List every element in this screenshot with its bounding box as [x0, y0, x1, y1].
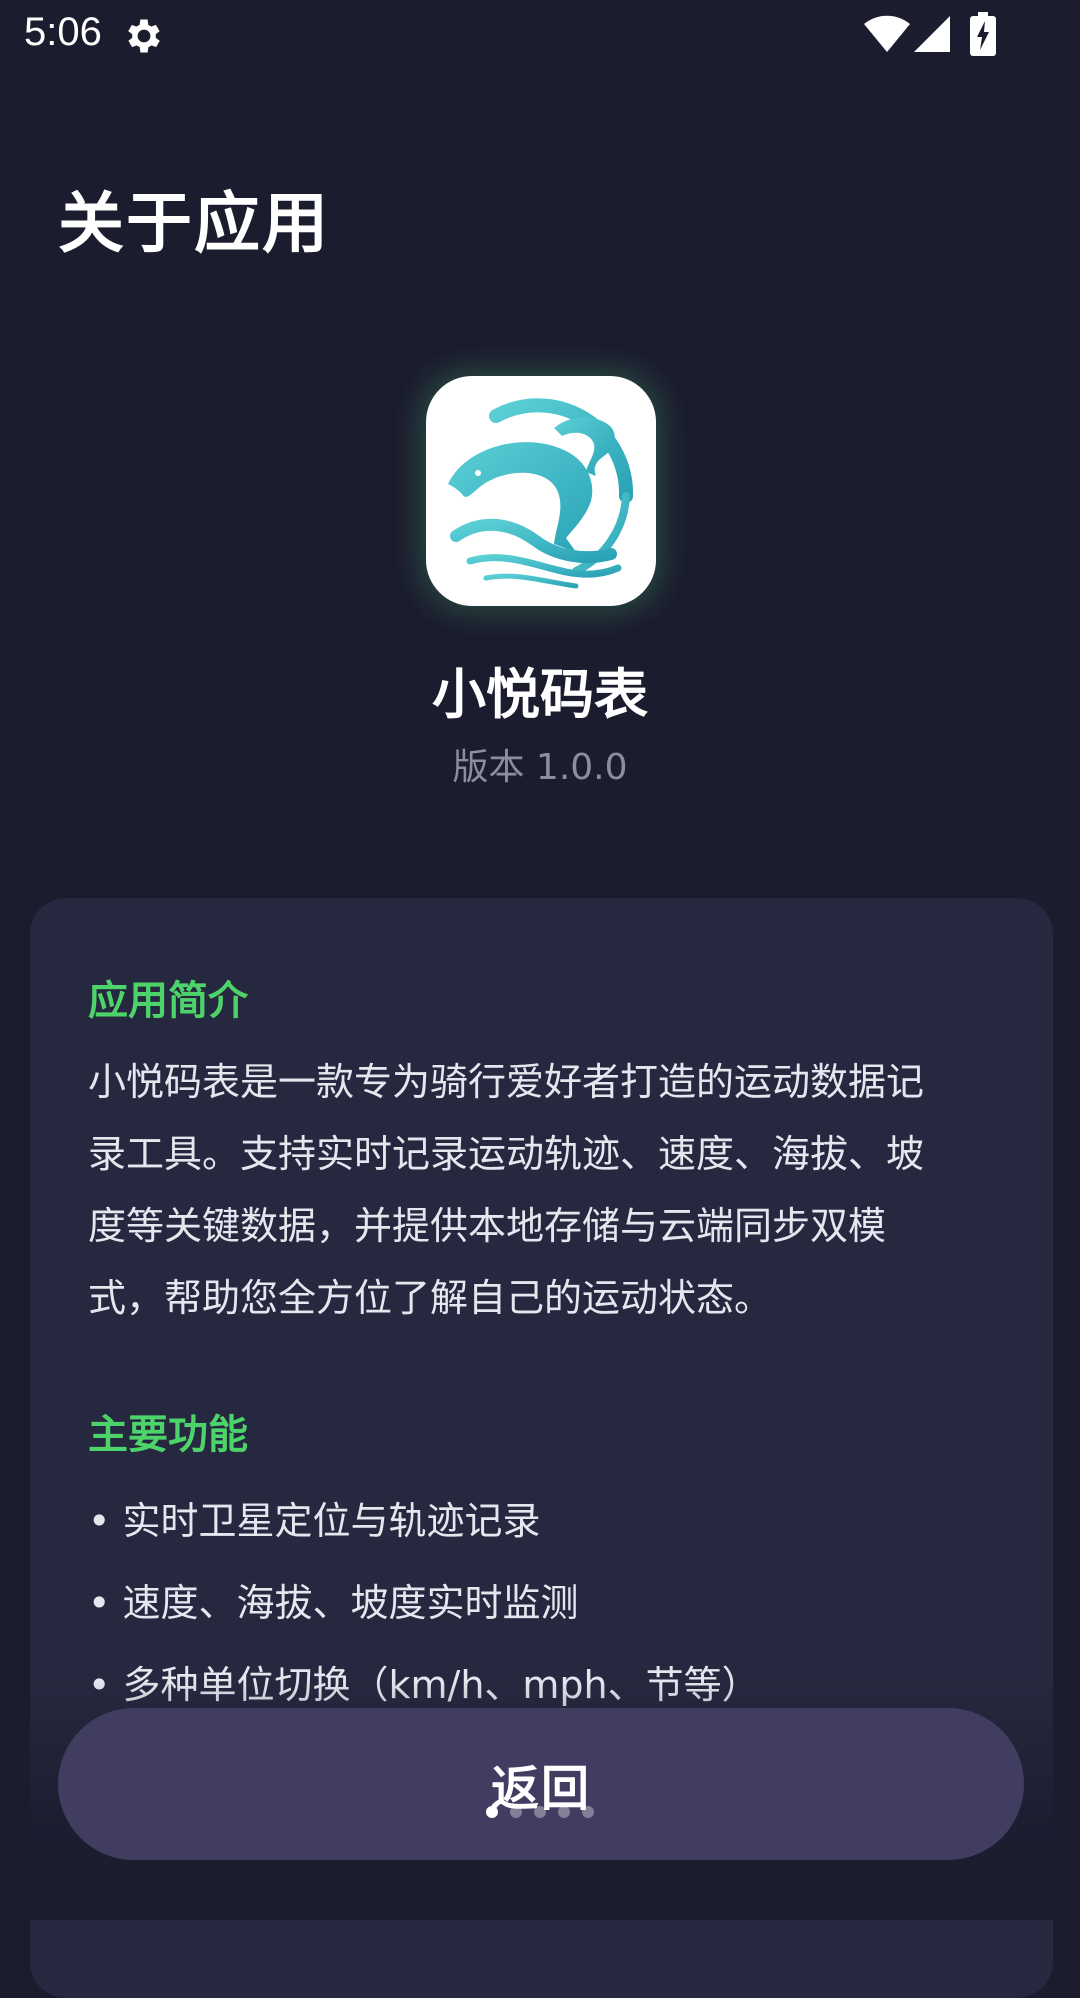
- intro-line: 式，帮助您全方位了解自己的运动状态。: [88, 1276, 773, 1320]
- intro-line: 度等关键数据，并提供本地存储与云端同步双模: [88, 1204, 887, 1248]
- page-dot: [534, 1806, 546, 1818]
- page-dot: [558, 1806, 570, 1818]
- page-indicator: [486, 1806, 594, 1822]
- intro-section-title: 应用简介: [88, 978, 248, 1024]
- page-dot: [582, 1806, 594, 1818]
- page-dot: [486, 1806, 498, 1818]
- wifi-icon: [862, 14, 912, 54]
- status-time: 5:06: [24, 10, 102, 54]
- page-dot: [510, 1806, 522, 1818]
- dolphin-logo-icon: [426, 376, 656, 606]
- gear-icon: [122, 14, 166, 58]
- intro-description: 小悦码表是一款专为骑行爱好者打造的运动数据记 录工具。支持实时记录运动轨迹、速度…: [88, 1046, 988, 1334]
- app-name: 小悦码表: [432, 663, 648, 726]
- list-item: • 实时卫星定位与轨迹记录: [88, 1499, 541, 1543]
- back-button[interactable]: 返回: [58, 1708, 1024, 1860]
- list-item: • 速度、海拔、坡度实时监测: [88, 1581, 579, 1625]
- signal-icon: [912, 14, 952, 54]
- intro-line: 录工具。支持实时记录运动轨迹、速度、海拔、坡: [88, 1132, 925, 1176]
- page-title: 关于应用: [58, 185, 330, 262]
- status-bar: 5:06: [0, 0, 1080, 72]
- features-section-title: 主要功能: [88, 1412, 248, 1458]
- battery-charging-icon: [970, 12, 996, 56]
- app-version: 版本 1.0.0: [452, 747, 628, 788]
- intro-line: 小悦码表是一款专为骑行爱好者打造的运动数据记: [88, 1060, 925, 1104]
